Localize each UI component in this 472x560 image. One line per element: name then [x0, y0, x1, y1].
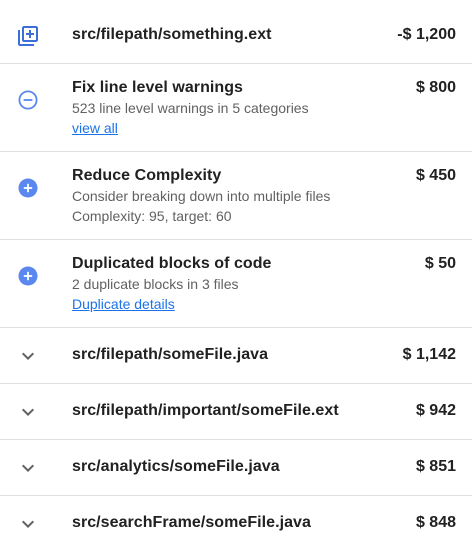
file-row-content: src/filepath/important/someFile.ext — [72, 401, 376, 421]
detail-row-duplicates: Duplicated blocks of code 2 duplicate bl… — [0, 240, 472, 328]
file-amount: $ 1,142 — [402, 346, 456, 363]
file-row[interactable]: src/searchFrame/someFile.java $ 848 — [0, 496, 472, 552]
file-amount: $ 942 — [415, 402, 456, 419]
file-path: src/filepath/someFile.java — [72, 346, 269, 363]
file-amount: $ 851 — [415, 458, 456, 475]
file-row[interactable]: src/filepath/important/someFile.ext $ 94… — [0, 384, 472, 440]
file-row[interactable]: src/filepath/someFile.java $ 1,142 — [0, 328, 472, 384]
detail-content: Duplicated blocks of code 2 duplicate bl… — [72, 254, 376, 314]
file-header-row: src/filepath/something.ext -$ 1,200 — [0, 0, 472, 64]
chevron-down-icon[interactable] — [16, 456, 40, 480]
file-row-content: src/analytics/someFile.java — [72, 457, 376, 477]
detail-amount: $ 800 — [415, 79, 456, 96]
detail-title: Reduce Complexity — [72, 167, 222, 184]
file-row-content: src/filepath/someFile.java — [72, 345, 376, 365]
chevron-down-icon[interactable] — [16, 512, 40, 536]
detail-metric: Complexity: 95, target: 60 — [72, 208, 232, 224]
detail-amount: $ 450 — [415, 167, 456, 184]
file-path: src/filepath/important/someFile.ext — [72, 402, 339, 419]
add-circle-icon[interactable] — [16, 176, 40, 200]
detail-content: Reduce Complexity Consider breaking down… — [72, 166, 376, 226]
file-row-content: src/searchFrame/someFile.java — [72, 513, 376, 533]
detail-description: 2 duplicate blocks in 3 files — [72, 276, 239, 292]
file-header-content: src/filepath/something.ext — [72, 25, 376, 45]
detail-row-complexity: Reduce Complexity Consider breaking down… — [0, 152, 472, 240]
remove-circle-outline-icon[interactable] — [16, 88, 40, 112]
file-path: src/analytics/someFile.java — [72, 458, 280, 475]
file-header-path: src/filepath/something.ext — [72, 26, 272, 43]
detail-amount: $ 50 — [424, 255, 456, 272]
detail-description: Consider breaking down into multiple fil… — [72, 188, 331, 204]
file-header-amount: -$ 1,200 — [397, 26, 456, 43]
detail-row-line-warnings: Fix line level warnings 523 line level w… — [0, 64, 472, 152]
file-path: src/searchFrame/someFile.java — [72, 514, 311, 531]
chevron-down-icon[interactable] — [16, 400, 40, 424]
file-amount: $ 848 — [415, 514, 456, 531]
view-all-link[interactable]: view all — [72, 118, 118, 138]
detail-content: Fix line level warnings 523 line level w… — [72, 78, 376, 138]
add-circle-icon[interactable] — [16, 264, 40, 288]
duplicate-details-link[interactable]: Duplicate details — [72, 294, 175, 314]
file-row[interactable]: src/analytics/someFile.java $ 851 — [0, 440, 472, 496]
detail-title: Fix line level warnings — [72, 79, 243, 96]
detail-description: 523 line level warnings in 5 categories — [72, 100, 309, 116]
add-to-queue-icon[interactable] — [16, 24, 40, 48]
detail-title: Duplicated blocks of code — [72, 255, 272, 272]
chevron-down-icon[interactable] — [16, 344, 40, 368]
cost-list: src/filepath/something.ext -$ 1,200 Fix … — [0, 0, 472, 552]
